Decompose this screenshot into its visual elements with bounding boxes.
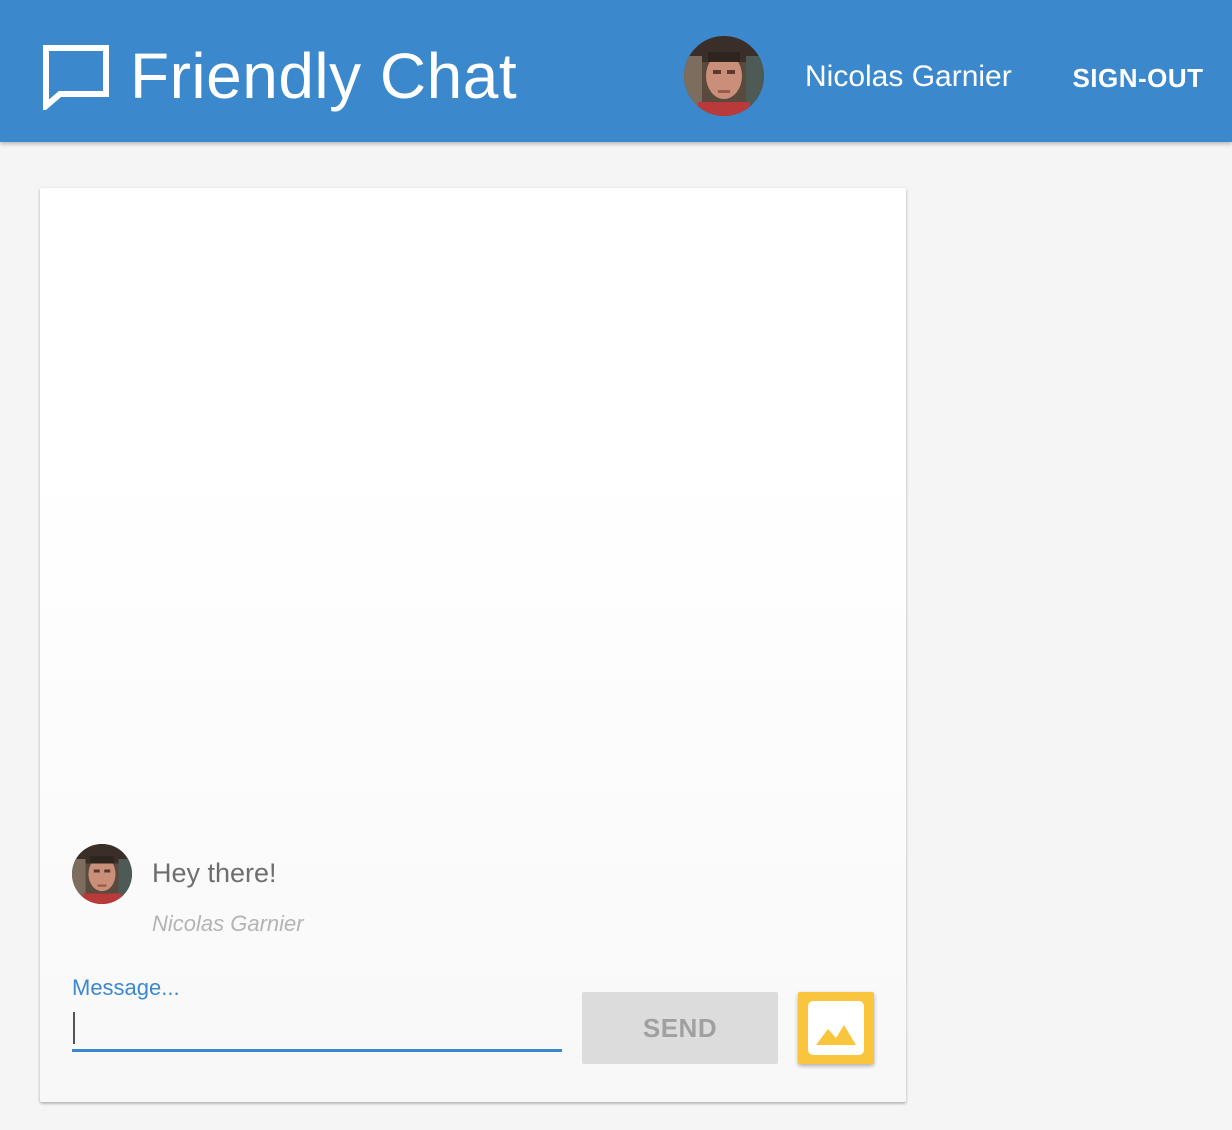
sign-out-button[interactable]: SIGN-OUT (1062, 52, 1214, 104)
message-input-label: Message... (72, 975, 180, 1000)
message-text: Hey there! (152, 858, 277, 888)
message-author: Nicolas Garnier (152, 911, 304, 936)
user-avatar (684, 36, 764, 116)
upload-image-button[interactable] (798, 992, 874, 1064)
app-header: Friendly Chat Nicolas Garnier SIGN-OUT (0, 0, 1232, 142)
text-cursor (73, 1012, 75, 1044)
app-title: Friendly Chat (130, 40, 518, 112)
chat-bubble-icon (43, 45, 109, 110)
image-icon (808, 1001, 864, 1055)
messages-card: Hey there! Nicolas Garnier Message... SE… (40, 188, 906, 1102)
user-name: Nicolas Garnier (805, 60, 1012, 93)
send-button[interactable]: SEND (582, 992, 778, 1064)
message-avatar (72, 844, 132, 904)
message-input[interactable] (72, 1006, 562, 1052)
